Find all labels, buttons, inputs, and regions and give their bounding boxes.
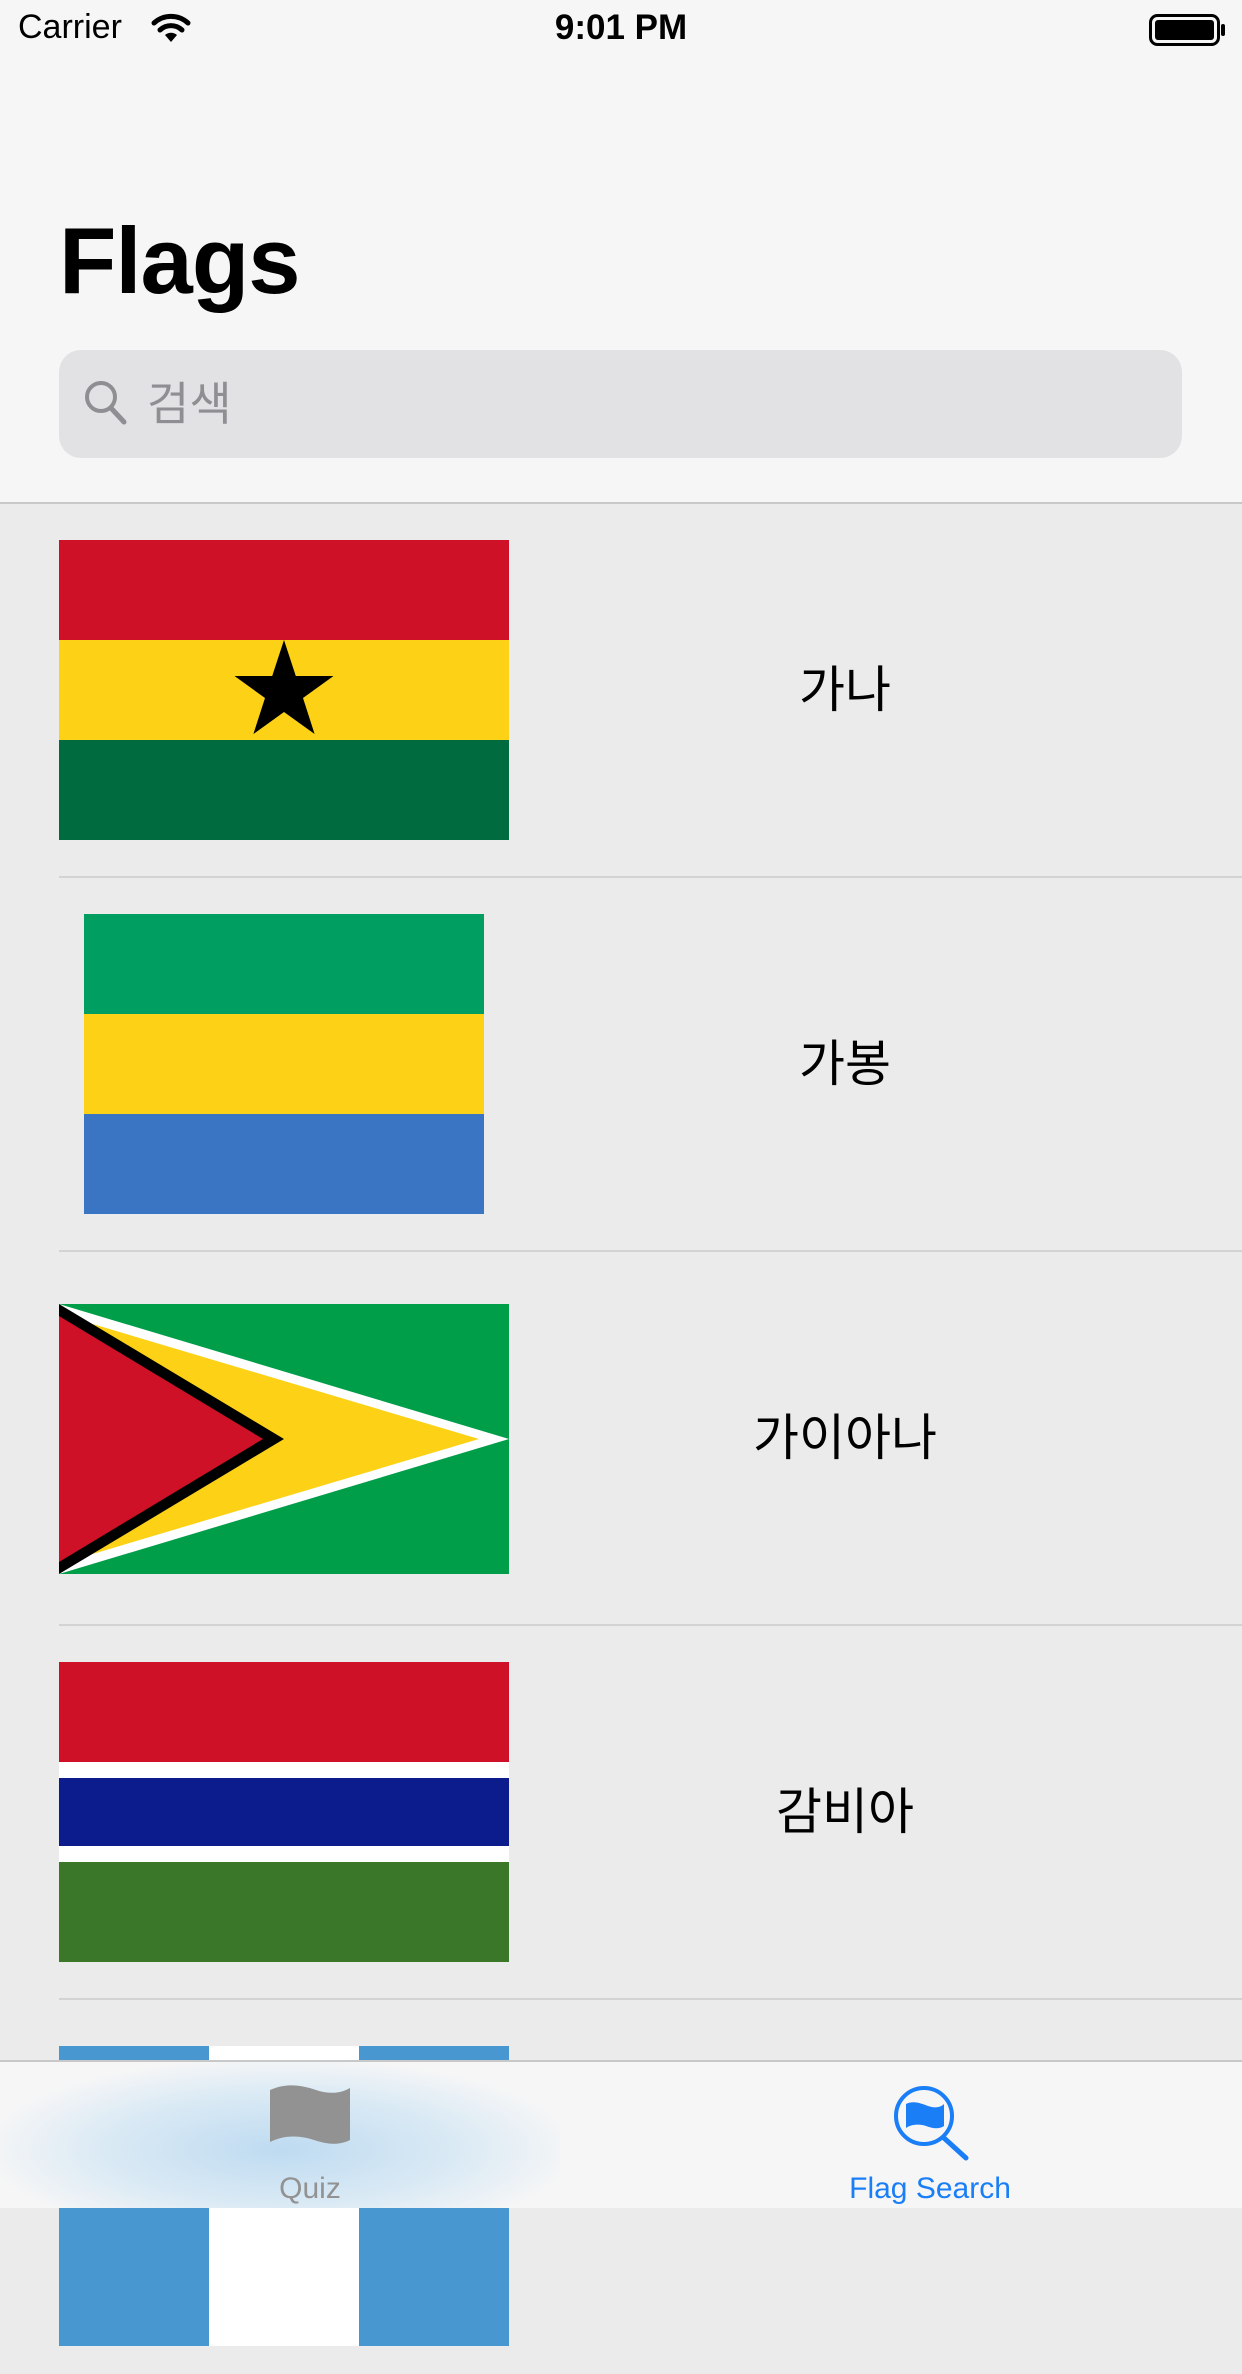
gambia-flag <box>59 1662 509 1962</box>
gabon-flag <box>84 914 484 1214</box>
page-title: Flags <box>59 208 301 313</box>
flag-search-icon <box>888 2082 972 2167</box>
country-name: 가봉 <box>799 1035 891 1093</box>
country-name: 가이아나 <box>753 1409 937 1467</box>
tab-label: Quiz <box>279 2172 341 2205</box>
battery-icon <box>1149 14 1227 51</box>
tab-label: Flag Search <box>849 2172 1011 2205</box>
search-bar[interactable] <box>59 350 1182 458</box>
tab-flag-search[interactable]: Flag Search <box>790 2062 1070 2208</box>
list-item[interactable]: 가이아나 <box>0 1252 1242 1626</box>
search-icon <box>82 378 130 433</box>
list-item[interactable]: 가나 <box>0 504 1242 878</box>
status-bar: Carrier 9:01 PM <box>0 0 1242 62</box>
flag-icon <box>268 2082 352 2153</box>
ghana-flag <box>59 540 509 840</box>
country-name: 감비아 <box>776 1783 914 1841</box>
clock: 9:01 PM <box>554 8 688 47</box>
search-input[interactable] <box>147 350 1147 458</box>
navigation-header: Flags <box>0 62 1242 504</box>
tab-bar: Quiz Flag Search <box>0 2060 1242 2208</box>
tab-quiz[interactable]: Quiz <box>170 2062 450 2208</box>
list-item[interactable]: 가봉 <box>0 878 1242 1252</box>
list-item[interactable]: 감비아 <box>0 1626 1242 2000</box>
guyana-flag <box>59 1304 509 1574</box>
country-name: 가나 <box>799 661 891 719</box>
